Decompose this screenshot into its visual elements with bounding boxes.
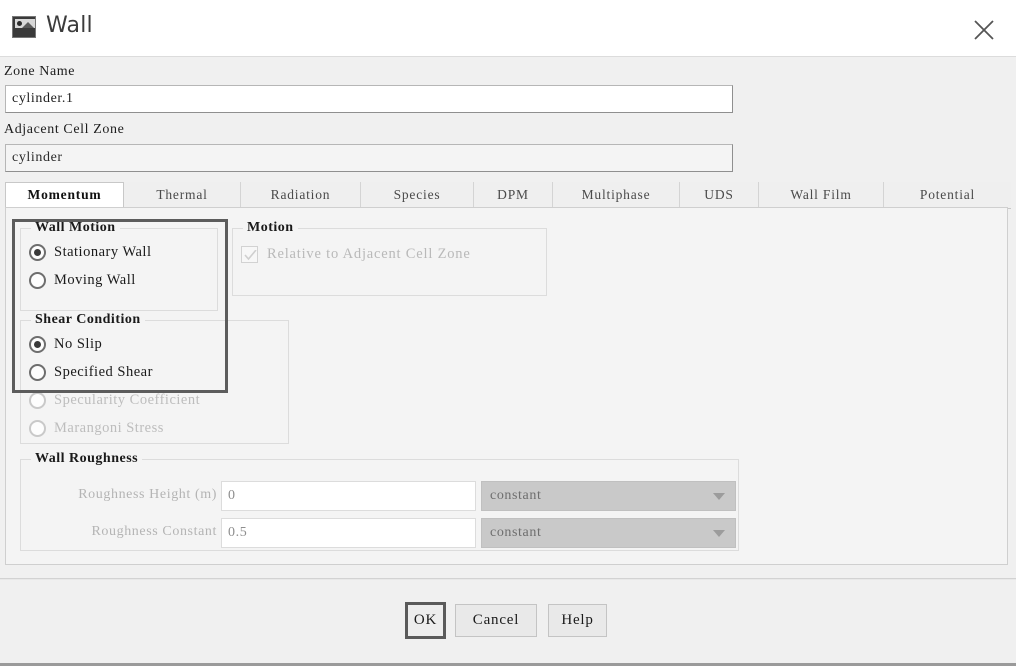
tab-momentum[interactable]: Momentum xyxy=(5,182,124,208)
momentum-panel: Wall Motion Stationary Wall Moving Wall … xyxy=(5,207,1008,565)
radio-indicator xyxy=(29,271,46,289)
roughness-constant-label: Roughness Constant xyxy=(91,524,217,539)
roughness-constant-method-value: constant xyxy=(490,525,542,540)
cancel-button[interactable]: Cancel xyxy=(455,604,537,637)
roughness-height-method-dropdown: constant xyxy=(481,481,736,511)
radio-stationary-wall[interactable]: Stationary Wall xyxy=(29,241,151,263)
wall-boundary-condition-dialog: Wall Zone Name cylinder.1 Adjacent Cell … xyxy=(0,0,1016,666)
shear-condition-title: Shear Condition xyxy=(31,312,145,328)
tab-multiphase[interactable]: Multiphase xyxy=(553,182,680,208)
tab-radiation[interactable]: Radiation xyxy=(241,182,361,208)
radio-marangoni-stress: Marangoni Stress xyxy=(29,417,164,439)
roughness-height-label: Roughness Height (m) xyxy=(78,487,217,502)
chevron-down-icon xyxy=(713,530,725,537)
wall-roughness-title: Wall Roughness xyxy=(31,451,143,467)
radio-indicator xyxy=(29,419,46,437)
title-bar: Wall xyxy=(0,0,1016,57)
radio-specified-shear-label: Specified Shear xyxy=(54,363,153,380)
radio-indicator xyxy=(29,363,46,381)
roughness-height-method-value: constant xyxy=(490,488,542,503)
footer-divider xyxy=(0,578,1016,580)
tab-potential[interactable]: Potential xyxy=(884,182,1011,208)
adjacent-cell-zone-label: Adjacent Cell Zone xyxy=(4,122,125,137)
check-indicator xyxy=(241,245,258,263)
radio-specified-shear[interactable]: Specified Shear xyxy=(29,361,153,383)
shear-condition-group: Shear Condition No Slip Specified Shear … xyxy=(20,312,289,444)
radio-no-slip[interactable]: No Slip xyxy=(29,333,102,355)
radio-no-slip-label: No Slip xyxy=(54,335,103,352)
roughness-constant-input[interactable]: 0.5 xyxy=(221,518,476,548)
radio-moving-wall[interactable]: Moving Wall xyxy=(29,269,136,291)
radio-specularity-coefficient-label: Specularity Coefficient xyxy=(54,391,201,408)
tab-uds[interactable]: UDS xyxy=(680,182,759,208)
roughness-constant-method-dropdown: constant xyxy=(481,518,736,548)
tab-strip: Momentum Thermal Radiation Species DPM M… xyxy=(5,182,1011,209)
close-icon[interactable] xyxy=(964,10,1004,48)
page-title: Wall xyxy=(46,13,93,38)
ok-button[interactable]: OK xyxy=(405,602,446,639)
adjacent-cell-zone-input: cylinder xyxy=(5,144,733,172)
help-button[interactable]: Help xyxy=(548,604,607,637)
checkbox-relative-to-adjacent-cell-zone: Relative to Adjacent Cell Zone xyxy=(241,243,471,265)
tab-dpm[interactable]: DPM xyxy=(474,182,553,208)
radio-moving-wall-label: Moving Wall xyxy=(54,271,136,288)
roughness-height-input[interactable]: 0 xyxy=(221,481,476,511)
wall-roughness-group: Wall Roughness Roughness Height (m) 0 co… xyxy=(20,451,739,551)
image-icon xyxy=(12,16,36,38)
chevron-down-icon xyxy=(713,493,725,500)
radio-indicator xyxy=(29,391,46,409)
wall-motion-title: Wall Motion xyxy=(31,220,120,236)
tab-wall-film[interactable]: Wall Film xyxy=(759,182,884,208)
zone-name-label: Zone Name xyxy=(4,64,76,79)
motion-title: Motion xyxy=(243,220,298,236)
radio-indicator xyxy=(29,243,46,261)
tab-species[interactable]: Species xyxy=(361,182,474,208)
tab-thermal[interactable]: Thermal xyxy=(124,182,241,208)
radio-specularity-coefficient: Specularity Coefficient xyxy=(29,389,200,411)
radio-stationary-wall-label: Stationary Wall xyxy=(54,243,152,260)
motion-group: Motion Relative to Adjacent Cell Zone xyxy=(232,220,547,296)
radio-indicator xyxy=(29,335,46,353)
checkbox-relative-label: Relative to Adjacent Cell Zone xyxy=(267,245,471,262)
radio-marangoni-stress-label: Marangoni Stress xyxy=(54,419,164,436)
wall-motion-group: Wall Motion Stationary Wall Moving Wall xyxy=(20,220,218,311)
zone-name-input[interactable]: cylinder.1 xyxy=(5,85,733,113)
